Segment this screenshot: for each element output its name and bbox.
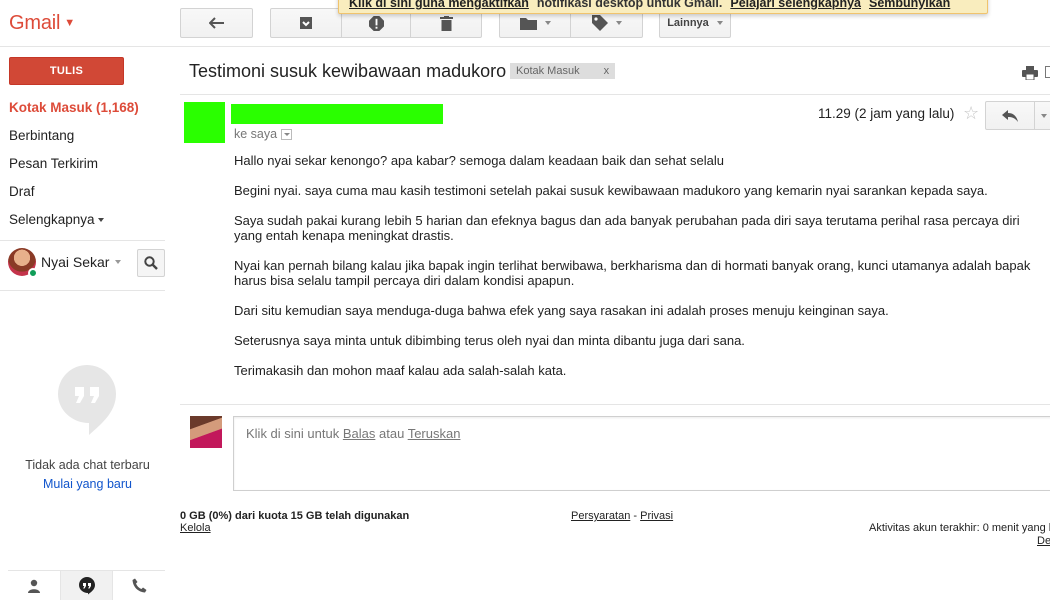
no-recent-chats-text: Tidak ada chat terbaru (25, 458, 150, 472)
user-name: Nyai Sekar (41, 254, 110, 270)
notification-text: notifikasi desktop untuk Gmail. (536, 0, 723, 10)
folder-icon (519, 17, 537, 30)
forward-link[interactable]: Teruskan (408, 426, 461, 441)
message-paragraph: Saya sudah pakai kurang lebih 5 harian d… (234, 213, 1020, 243)
start-new-chat-link[interactable]: Mulai yang baru (0, 477, 175, 491)
hangouts-tab[interactable] (59, 571, 114, 600)
message-paragraph: Begini nyai. saya cuma mau kasih testimo… (234, 183, 988, 198)
hide-notification-link[interactable]: Sembunyikan (869, 0, 950, 13)
subject-divider (180, 94, 1050, 95)
footer-separator: - (633, 510, 638, 522)
hangouts-tabs (8, 570, 165, 600)
hangouts-user[interactable]: Nyai Sekar (8, 248, 122, 278)
archive-button[interactable] (270, 8, 342, 38)
compose-button[interactable]: TULIS (9, 57, 124, 85)
sidebar-item-sent[interactable]: Pesan Terkirim (9, 152, 139, 180)
gmail-logo[interactable]: Gmail ▼ (9, 12, 75, 35)
learn-more-link[interactable]: Pelajari selengkapnya (730, 0, 861, 13)
archive-icon (300, 17, 312, 29)
sidebar-divider (0, 290, 165, 291)
sidebar-item-more-label: Selengkapnya (9, 212, 95, 227)
desktop-notification-banner: Klik di sini guna mengaktifkan notifikas… (338, 0, 988, 14)
star-icon[interactable]: ☆ (963, 103, 979, 124)
show-details-icon[interactable] (281, 128, 293, 140)
contacts-tab[interactable] (8, 571, 60, 600)
inbox-label-chip[interactable]: Kotak Masuk x (510, 63, 616, 79)
chevron-down-icon (615, 21, 622, 25)
message-paragraph: Terimakasih dan mohon maaf kalau ada sal… (234, 363, 567, 378)
reply-link[interactable]: Balas (343, 426, 376, 441)
last-activity: Aktivitas akun terakhir: 0 menit yang la… (869, 522, 1050, 534)
sidebar-item-starred[interactable]: Berbintang (9, 124, 139, 152)
phone-tab[interactable] (113, 571, 165, 600)
message-body: Hallo nyai sekar kenongo? apa kabar? sem… (234, 153, 1046, 393)
hangouts-quote-icon (78, 576, 95, 594)
message-subject: Testimoni susuk kewibawaan madukoro (189, 61, 507, 81)
sender-avatar-redacted (184, 102, 225, 143)
search-people-button[interactable] (137, 249, 165, 277)
message-paragraph: Nyai kan pernah bilang kalau jika bapak … (234, 258, 1031, 288)
chevron-down-icon (1041, 113, 1047, 118)
person-icon (27, 579, 40, 593)
header-divider (0, 46, 1050, 47)
sidebar-item-inbox[interactable]: Kotak Masuk (1,168) (9, 96, 139, 124)
report-spam-icon (368, 15, 384, 31)
message-time: 11.29 (2 jam yang lalu) (818, 106, 955, 121)
print-icon[interactable] (1022, 66, 1038, 83)
more-label: Lainnya (667, 17, 709, 29)
chevron-down-icon (716, 21, 723, 25)
my-avatar (190, 416, 222, 448)
message-paragraph: Seterusnya saya minta untuk dibimbing te… (234, 333, 745, 348)
search-icon (144, 256, 158, 270)
tag-icon (591, 15, 608, 31)
sidebar-item-drafts[interactable]: Draf (9, 180, 139, 208)
chevron-down-icon (544, 21, 551, 25)
arrow-left-icon (208, 17, 224, 29)
privacy-link[interactable]: Privasi (640, 510, 673, 522)
app-name: Gmail (9, 12, 61, 34)
reply-divider (180, 404, 1050, 405)
sidebar-nav: Kotak Masuk (1,168) Berbintang Pesan Ter… (9, 96, 139, 236)
reply-box[interactable]: Klik di sini untuk Balas atau Teruskan (233, 416, 1050, 491)
enable-notifications-link[interactable]: Klik di sini guna mengaktifkan (349, 0, 529, 13)
recipient-line[interactable]: ke saya (234, 127, 293, 141)
terms-link[interactable]: Persyaratan (571, 510, 630, 522)
chevron-down-icon (97, 218, 104, 222)
hangouts-icon (56, 363, 118, 440)
open-new-window-icon[interactable] (1045, 66, 1050, 78)
sidebar-divider (0, 240, 165, 241)
manage-storage-link[interactable]: Kelola (180, 522, 211, 534)
reply-prefix: Klik di sini untuk (246, 426, 340, 441)
trash-icon (439, 15, 453, 31)
chevron-down-icon (115, 260, 122, 264)
sender-name-redacted (231, 104, 443, 124)
label-chip-text: Kotak Masuk (516, 65, 580, 77)
reply-icon (1002, 109, 1018, 122)
message-paragraph: Dari situ kemudian saya menduga-duga bah… (234, 303, 889, 318)
recipient-text: ke saya (234, 127, 278, 141)
phone-icon (132, 578, 147, 593)
avatar (8, 248, 38, 278)
activity-details-link[interactable]: Detail (1037, 535, 1050, 547)
storage-quota: 0 GB (0%) dari kuota 15 GB telah digunak… (180, 510, 410, 522)
reply-button[interactable] (985, 101, 1035, 130)
footer-links: Persyaratan - Privasi (571, 510, 673, 522)
logo-caret-icon: ▼ (64, 17, 75, 29)
message-paragraph: Hallo nyai sekar kenongo? apa kabar? sem… (234, 153, 724, 168)
reply-middle: atau (379, 426, 405, 441)
online-status-dot (28, 268, 38, 278)
reply-more-button[interactable] (1034, 101, 1050, 130)
back-button[interactable] (180, 8, 253, 38)
remove-label-icon[interactable]: x (604, 63, 610, 79)
sidebar-item-more[interactable]: Selengkapnya (9, 208, 139, 236)
